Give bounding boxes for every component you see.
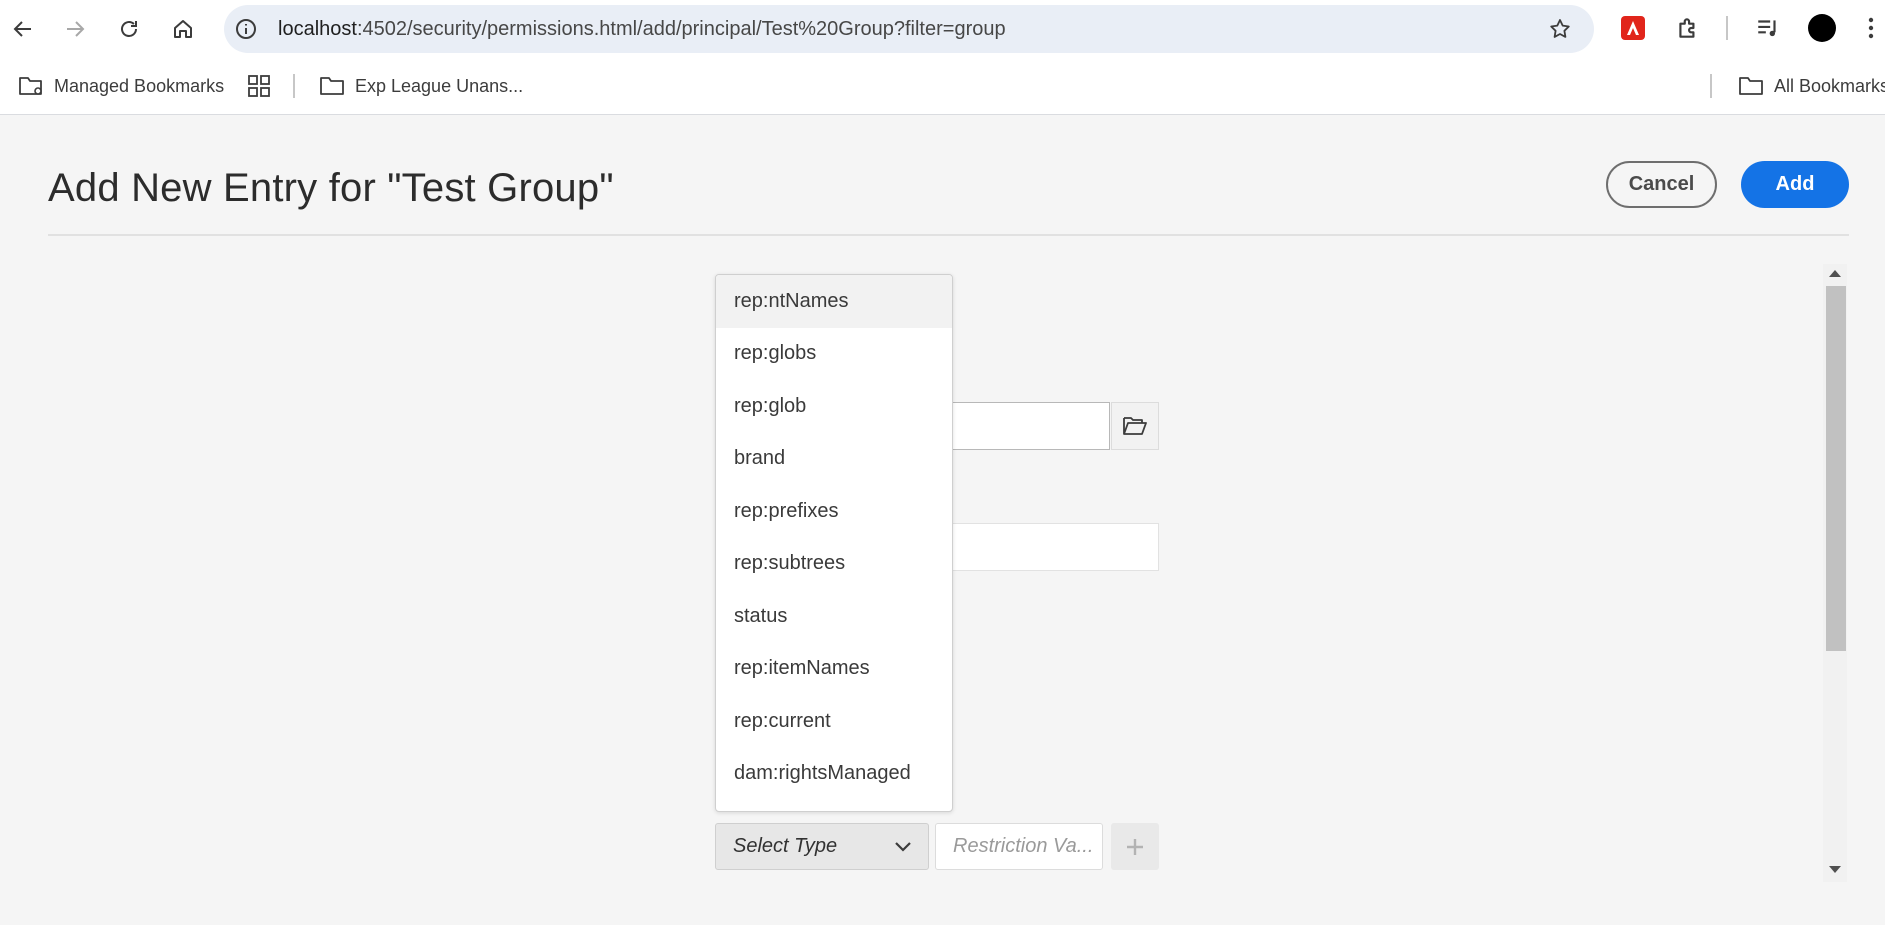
- url-host: localhost: [278, 18, 357, 40]
- add-restriction-button[interactable]: [1111, 823, 1159, 870]
- dropdown-option[interactable]: rep:prefixes: [716, 485, 952, 538]
- chevron-down-icon: [895, 842, 911, 852]
- dropdown-option[interactable]: brand: [716, 433, 952, 486]
- bookmarks-bar: Managed Bookmarks Exp League Unans... Al…: [0, 58, 1885, 115]
- restriction-type-dropdown: rep:ntNames rep:globs rep:glob brand rep…: [715, 274, 953, 812]
- bookmark-divider: [1710, 74, 1712, 98]
- adobe-extension-button[interactable]: [1619, 14, 1647, 42]
- home-icon: [174, 20, 192, 38]
- dropdown-option[interactable]: rep:ntNames: [716, 275, 952, 328]
- bookmark-label: All Bookmarks: [1774, 75, 1885, 96]
- managed-folder-icon: [19, 77, 42, 95]
- reload-icon: [121, 21, 137, 37]
- browse-path-button[interactable]: [1111, 402, 1159, 450]
- scrollbar-thumb[interactable]: [1826, 286, 1846, 651]
- restriction-type-select[interactable]: Select Type: [715, 823, 929, 870]
- bookmark-exp-league[interactable]: Exp League Unans...: [319, 72, 523, 100]
- restriction-value-input[interactable]: Restriction Va...: [935, 823, 1103, 870]
- site-info-icon[interactable]: [234, 17, 258, 41]
- avatar-icon: [1808, 14, 1836, 42]
- dropdown-option[interactable]: rep:glob: [716, 380, 952, 433]
- browser-toolbar: localhost:4502/security/permissions.html…: [0, 0, 1885, 58]
- scroll-up-icon[interactable]: [1829, 270, 1841, 277]
- puzzle-icon: [1679, 18, 1695, 38]
- folder-open-icon: [1123, 417, 1147, 435]
- cancel-button[interactable]: Cancel: [1606, 161, 1717, 208]
- profile-button[interactable]: [1808, 14, 1836, 42]
- folder-icon: [320, 77, 344, 95]
- dropdown-option[interactable]: rep:itemNames: [716, 643, 952, 696]
- apps-button[interactable]: [246, 72, 272, 100]
- reload-button[interactable]: [112, 12, 146, 46]
- bookmark-label: Managed Bookmarks: [54, 75, 225, 96]
- bookmark-star-icon[interactable]: [1548, 17, 1572, 41]
- forward-button[interactable]: [58, 12, 92, 46]
- toolbar-divider: [1726, 16, 1728, 40]
- address-bar[interactable]: localhost:4502/security/permissions.html…: [224, 5, 1594, 53]
- restriction-type-value: Select Type: [733, 835, 838, 857]
- page-title: Add New Entry for "Test Group": [48, 166, 614, 210]
- apps-grid-icon: [248, 75, 270, 97]
- dropdown-option[interactable]: status: [716, 590, 952, 643]
- url-path: :4502/security/permissions.html/add/prin…: [356, 18, 1006, 40]
- dropdown-option[interactable]: dam:rightsManaged: [716, 748, 952, 801]
- arrow-right-icon: [67, 21, 85, 37]
- dropdown-option[interactable]: rep:current: [716, 695, 952, 748]
- dropdown-option[interactable]: rep:subtrees: [716, 538, 952, 591]
- more-vertical-icon: [1868, 17, 1874, 39]
- folder-icon: [1739, 77, 1763, 95]
- dropdown-option[interactable]: rep:globs: [716, 328, 952, 381]
- bookmark-managed[interactable]: Managed Bookmarks: [18, 72, 224, 100]
- add-button[interactable]: Add: [1741, 161, 1849, 208]
- adobe-acrobat-icon: [1621, 16, 1645, 40]
- url-text[interactable]: localhost:4502/security/permissions.html…: [278, 18, 1006, 41]
- browser-menu-button[interactable]: [1861, 14, 1881, 42]
- bookmark-label: Exp League Unans...: [355, 75, 524, 96]
- all-bookmarks-button[interactable]: All Bookmarks: [1738, 72, 1885, 100]
- back-button[interactable]: [6, 12, 40, 46]
- bookmark-divider: [293, 74, 295, 98]
- header-divider: [48, 234, 1849, 236]
- media-controls-button[interactable]: [1754, 14, 1782, 42]
- plus-icon: [1127, 838, 1143, 855]
- arrow-left-icon: [13, 21, 31, 37]
- scroll-down-icon[interactable]: [1829, 866, 1841, 873]
- playlist-music-icon: [1758, 20, 1776, 37]
- home-button[interactable]: [166, 12, 200, 46]
- restriction-value-placeholder: Restriction Va...: [953, 835, 1094, 857]
- extensions-button[interactable]: [1674, 14, 1702, 42]
